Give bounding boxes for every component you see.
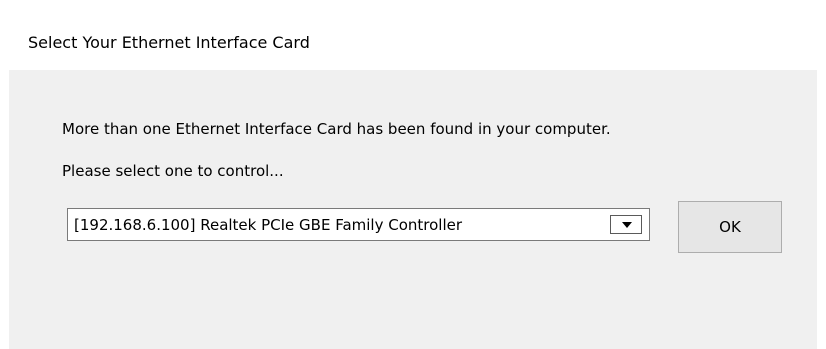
- dialog-body: More than one Ethernet Interface Card ha…: [9, 70, 817, 349]
- ok-button[interactable]: OK: [678, 201, 782, 253]
- title-bar[interactable]: Select Your Ethernet Interface Card: [0, 0, 826, 70]
- dialog-window: Select Your Ethernet Interface Card More…: [0, 0, 826, 349]
- adapter-select-value: [192.168.6.100] Realtek PCIe GBE Family …: [74, 216, 463, 234]
- window-title: Select Your Ethernet Interface Card: [28, 33, 310, 52]
- chevron-down-icon: [622, 222, 632, 228]
- dropdown-button[interactable]: [610, 215, 642, 234]
- message-line-1: More than one Ethernet Interface Card ha…: [62, 120, 611, 138]
- adapter-select[interactable]: [192.168.6.100] Realtek PCIe GBE Family …: [67, 208, 650, 241]
- message-line-2: Please select one to control...: [62, 162, 284, 180]
